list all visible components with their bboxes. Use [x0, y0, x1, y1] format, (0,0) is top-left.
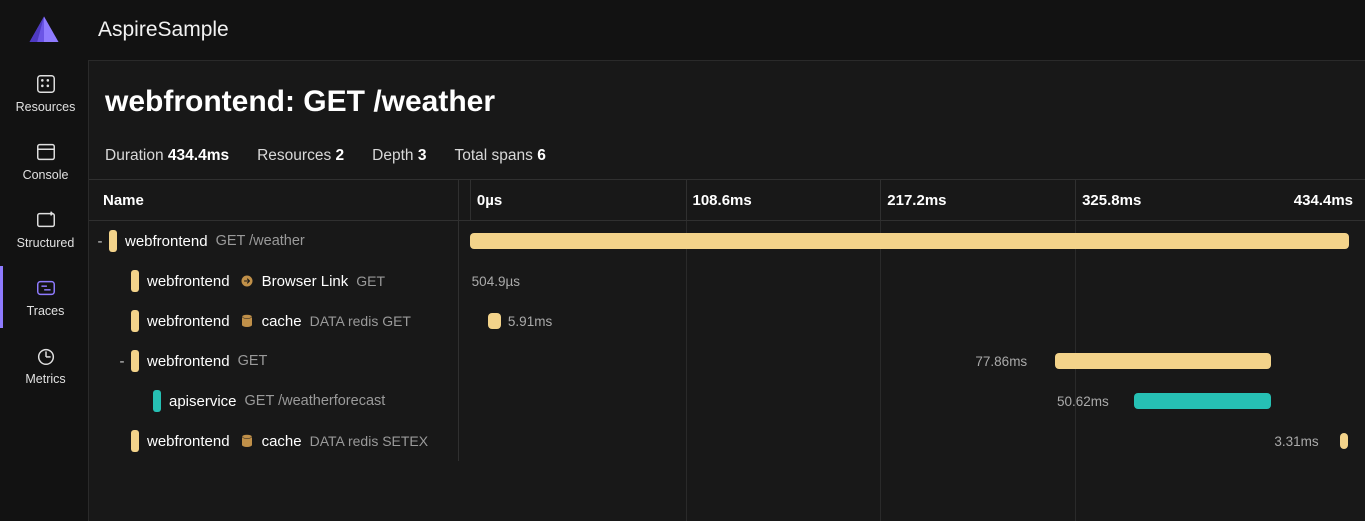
span-service: webfrontend: [147, 433, 230, 450]
nav-label: Traces: [27, 304, 65, 318]
nav-console[interactable]: Console: [0, 130, 88, 192]
metrics-icon: [34, 344, 58, 368]
summary-resources: Resources 2: [257, 147, 344, 165]
span-subdetail: DATA redis GET: [310, 313, 411, 329]
span-timeline-cell: 77.86ms: [459, 341, 1365, 381]
table-body: - webfrontend GET /weather webfrontend Brows…: [89, 221, 1365, 521]
table-row[interactable]: webfrontend Browser Link GET 504.9µs: [89, 261, 1365, 301]
collapse-toggle-icon[interactable]: -: [95, 233, 105, 250]
span-service: apiservice: [169, 393, 237, 410]
span-name-cell: webfrontend cache DATA redis GET: [89, 301, 459, 341]
span-duration-label: 3.31ms: [1274, 433, 1318, 449]
collapse-toggle-icon[interactable]: -: [117, 353, 127, 370]
outgoing-arrow-icon: [238, 272, 256, 290]
table-row[interactable]: - webfrontend GET /weather: [89, 221, 1365, 261]
summary-duration: Duration 434.4ms: [105, 147, 229, 165]
span-subdetail: DATA redis SETEX: [310, 433, 429, 449]
table-row[interactable]: webfrontend cache DATA redis SETEX 3.31ms: [89, 421, 1365, 461]
nav-traces[interactable]: Traces: [0, 266, 88, 328]
nav-metrics[interactable]: Metrics: [0, 334, 88, 396]
span-color-pill-icon: [131, 310, 139, 332]
nav-label: Metrics: [25, 372, 65, 386]
timeline-tick: 108.6ms: [686, 180, 752, 220]
span-timeline-cell: 3.31ms: [459, 421, 1365, 461]
span-name-cell: apiservice GET /weatherforecast: [89, 381, 459, 421]
span-timeline-cell: [459, 221, 1365, 261]
span-color-pill-icon: [131, 270, 139, 292]
span-service: webfrontend: [147, 273, 230, 290]
timeline-tick: 325.8ms: [1075, 180, 1141, 220]
console-icon: [34, 140, 58, 164]
span-color-pill-icon: [153, 390, 161, 412]
app-title: AspireSample: [98, 18, 229, 42]
span-color-pill-icon: [131, 350, 139, 372]
nav-label: Console: [23, 168, 69, 182]
summary-spans: Total spans 6: [454, 147, 545, 165]
timeline-tick: 434.4ms: [1288, 180, 1353, 220]
table-header: Name 0µs 108.6ms 217.2ms 325.8ms 434.4ms: [89, 179, 1365, 221]
span-bar[interactable]: [1055, 353, 1271, 369]
span-duration-label: 50.62ms: [1057, 393, 1109, 409]
trace-table: Name 0µs 108.6ms 217.2ms 325.8ms 434.4ms…: [89, 179, 1365, 521]
span-color-pill-icon: [131, 430, 139, 452]
span-timeline-cell: 5.91ms: [459, 301, 1365, 341]
span-bar[interactable]: [1340, 433, 1348, 449]
span-timeline-cell: 504.9µs: [459, 261, 1365, 301]
span-service: webfrontend: [147, 313, 230, 330]
span-service: webfrontend: [147, 353, 230, 370]
span-badge-text: cache: [262, 433, 302, 450]
span-timeline-cell: 50.62ms: [459, 381, 1365, 421]
table-row[interactable]: webfrontend cache DATA redis GET 5.91ms: [89, 301, 1365, 341]
span-color-pill-icon: [109, 230, 117, 252]
span-name-cell: webfrontend cache DATA redis SETEX: [89, 421, 459, 461]
app-logo-icon: [27, 14, 61, 48]
content: webfrontend: GET /weather Duration 434.4…: [88, 60, 1365, 521]
name-column-header: Name: [89, 180, 459, 220]
nav-label: Resources: [16, 100, 76, 114]
sidebar: Resources Console Structured: [0, 0, 88, 521]
span-subdetail: GET: [356, 273, 385, 289]
trace-summary: Duration 434.4ms Resources 2 Depth 3 Tot…: [89, 147, 1365, 179]
nav-structured[interactable]: Structured: [0, 198, 88, 260]
span-duration-label: 504.9µs: [472, 273, 520, 289]
span-detail: GET /weather: [216, 233, 305, 249]
timeline-header: 0µs 108.6ms 217.2ms 325.8ms 434.4ms: [459, 180, 1365, 220]
span-bar[interactable]: [470, 233, 1349, 249]
span-duration-label: 5.91ms: [508, 313, 552, 329]
span-badge-text: cache: [262, 313, 302, 330]
nav-label: Structured: [17, 236, 75, 250]
span-bar[interactable]: [1134, 393, 1271, 409]
span-duration-label: 77.86ms: [975, 353, 1027, 369]
span-name-cell: - webfrontend GET /weather: [89, 221, 459, 261]
timeline-tick: 0µs: [470, 180, 502, 220]
table-row[interactable]: - webfrontend GET 77.86ms: [89, 341, 1365, 381]
topbar: AspireSample: [88, 0, 1365, 60]
structured-icon: [34, 208, 58, 232]
main: AspireSample webfrontend: GET /weather D…: [88, 0, 1365, 521]
nav-resources[interactable]: Resources: [0, 62, 88, 124]
table-row[interactable]: apiservice GET /weatherforecast 50.62ms: [89, 381, 1365, 421]
span-detail: GET: [238, 353, 268, 369]
span-name-cell: - webfrontend GET: [89, 341, 459, 381]
span-badge-text: Browser Link: [262, 273, 349, 290]
page-title: webfrontend: GET /weather: [89, 85, 1365, 147]
traces-icon: [34, 276, 58, 300]
span-name-cell: webfrontend Browser Link GET: [89, 261, 459, 301]
timeline-tick: 217.2ms: [880, 180, 946, 220]
span-service: webfrontend: [125, 233, 208, 250]
span-detail: GET /weatherforecast: [245, 393, 386, 409]
span-bar[interactable]: [488, 313, 501, 329]
resources-icon: [34, 72, 58, 96]
summary-depth: Depth 3: [372, 147, 426, 165]
database-icon: [238, 312, 256, 330]
database-icon: [238, 432, 256, 450]
